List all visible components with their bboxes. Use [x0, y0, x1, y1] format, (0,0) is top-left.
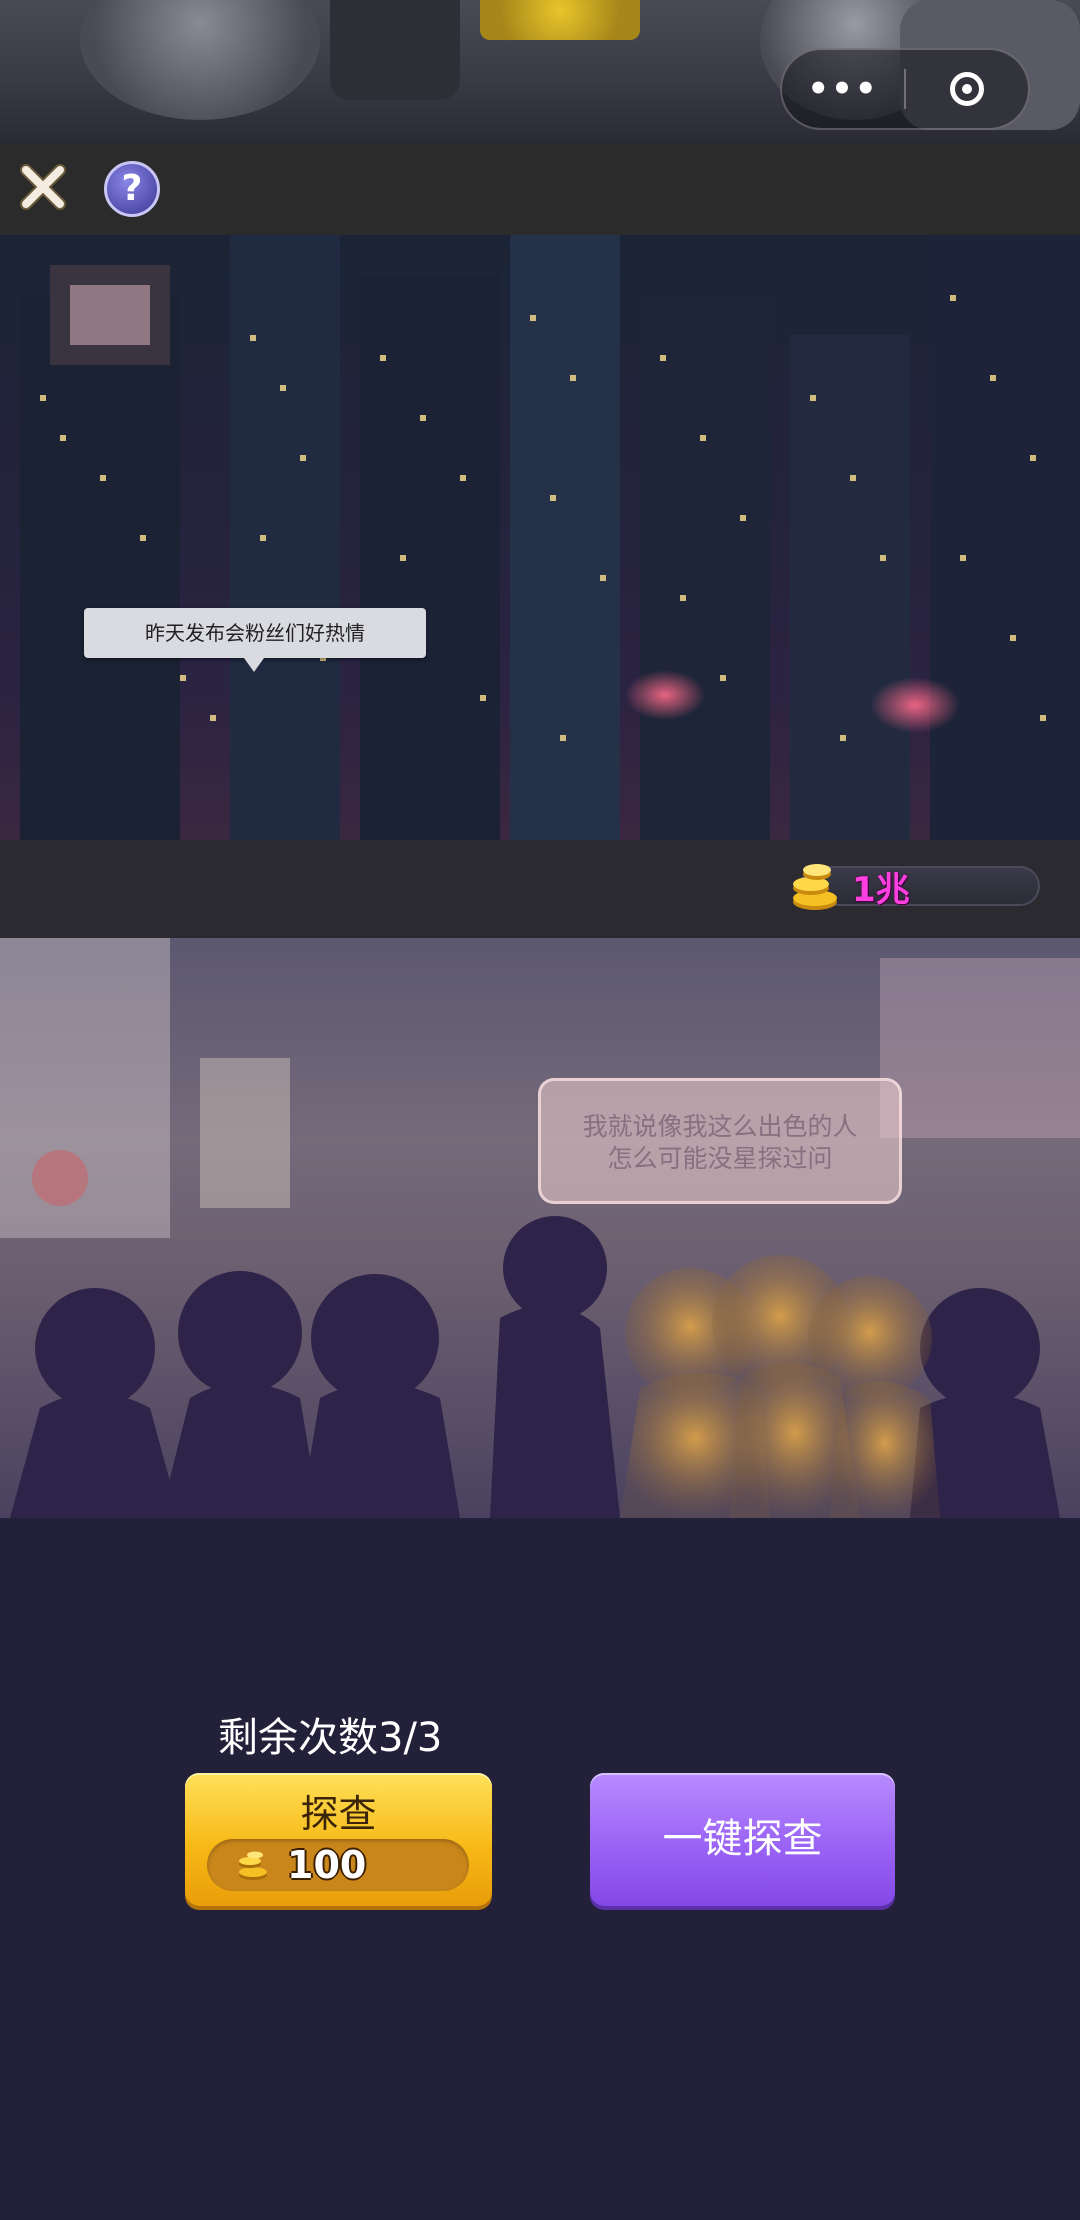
gold-coin-icon: [235, 1847, 271, 1883]
probe-button[interactable]: 探查 100: [185, 1773, 492, 1906]
gold-coin-stack-icon: [785, 854, 845, 914]
more-dots-icon[interactable]: •••: [782, 69, 904, 109]
toolbar: [0, 145, 1080, 235]
one-click-probe-button[interactable]: 一键探查: [590, 1773, 895, 1906]
probe-cost: 100: [207, 1839, 469, 1891]
help-icon[interactable]: ?: [104, 161, 160, 217]
city-speech-bubble: 昨天发布会粉丝们好热情: [84, 608, 426, 672]
probe-button-label: 探查: [300, 1792, 377, 1836]
fan-speech-bubble: 我就说像我这么出色的人 怎么可能没星探过问: [538, 1078, 902, 1204]
fan-speech-line-1: 我就说像我这么出色的人: [582, 1112, 858, 1141]
remaining-attempts: 剩余次数3/3: [218, 1715, 443, 1761]
city-night-scene: [0, 235, 1080, 840]
fans-scene: [0, 938, 1080, 1518]
close-icon[interactable]: [18, 162, 68, 212]
miniprogram-capsule: •••: [780, 48, 1030, 130]
currency-value: 1兆: [852, 870, 910, 910]
target-icon[interactable]: [906, 72, 1028, 106]
fan-speech-line-2: 怎么可能没星探过问: [607, 1144, 833, 1173]
probe-cost-value: 100: [287, 1843, 367, 1887]
